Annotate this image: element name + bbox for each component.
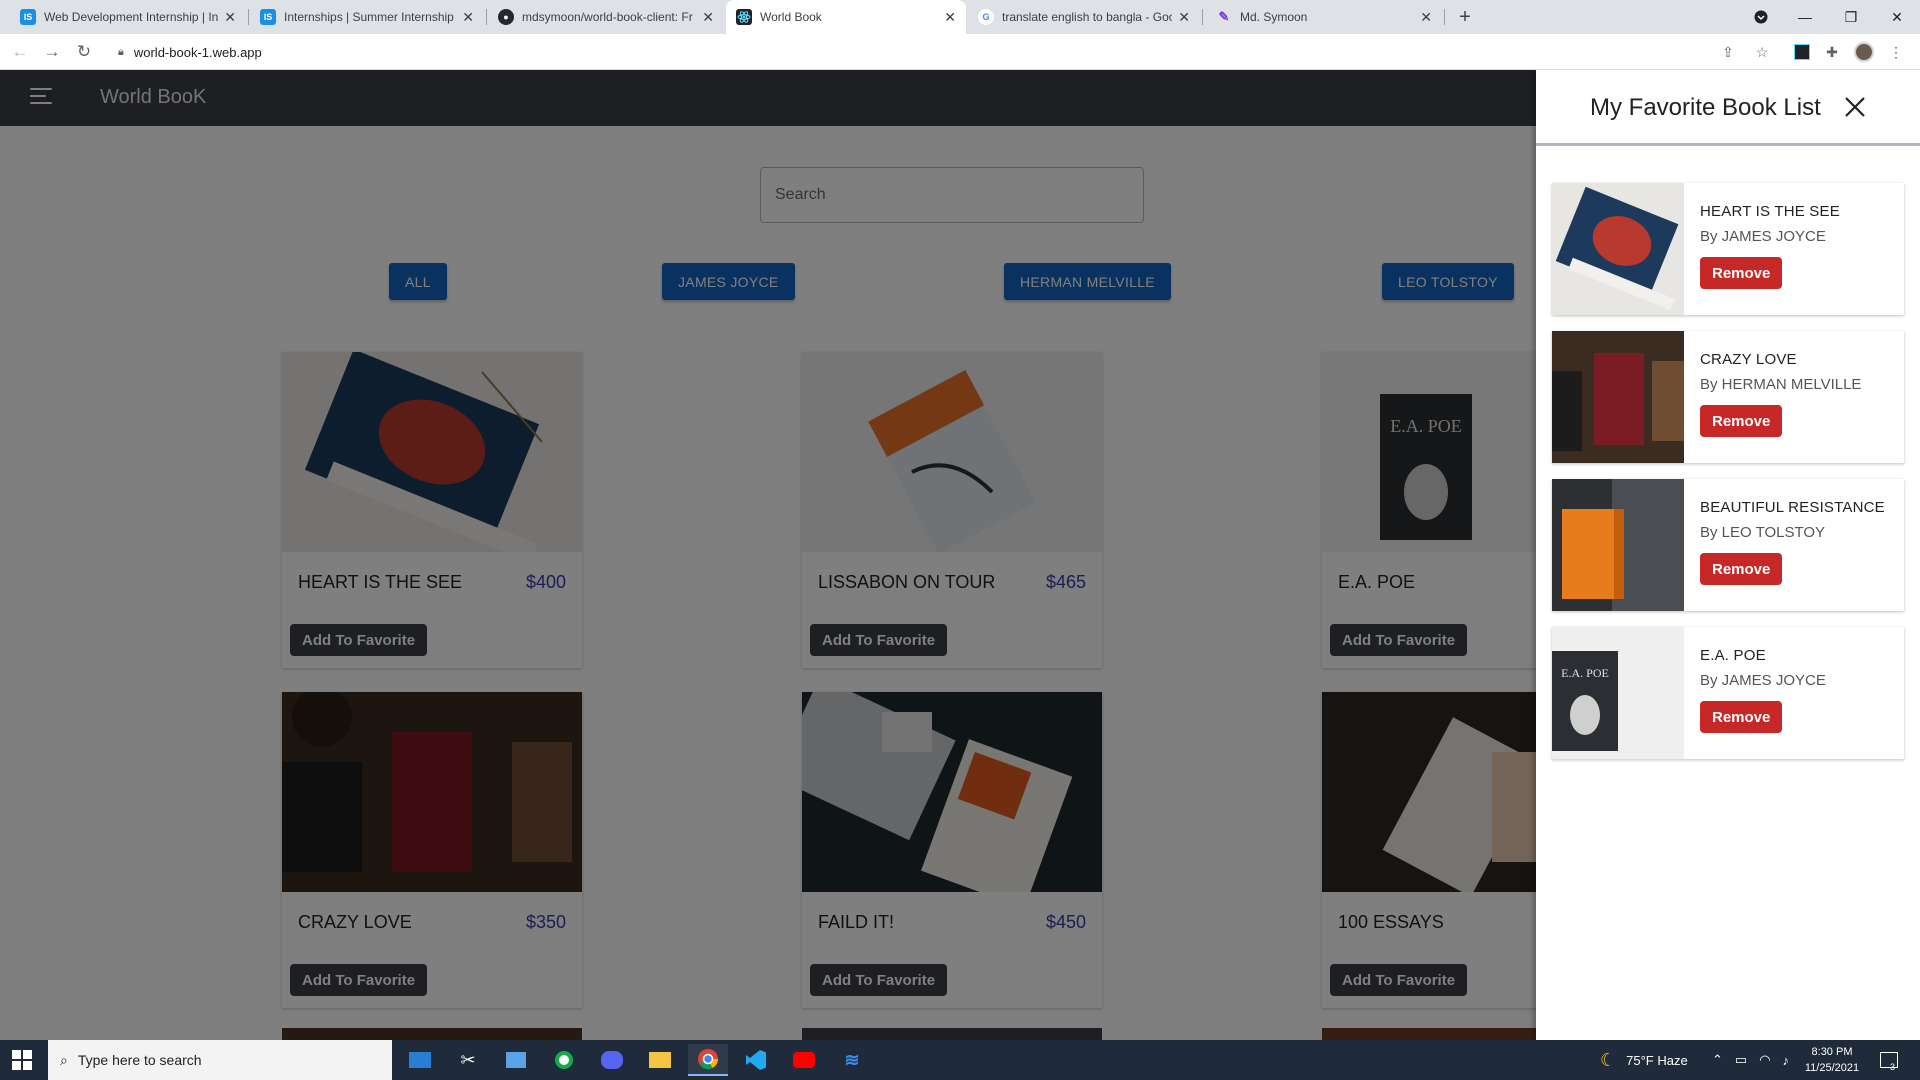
browser-tab[interactable]: G translate english to bangla - Goo ✕ — [968, 0, 1200, 34]
vscode-icon[interactable] — [736, 1044, 776, 1076]
close-icon[interactable]: ✕ — [1178, 9, 1190, 26]
close-icon[interactable]: ✕ — [944, 9, 956, 26]
favorite-item: CRAZY LOVE By HERMAN MELVILLE Remove — [1552, 331, 1904, 463]
url-text: world-book-1.web.app — [133, 44, 262, 60]
close-icon[interactable] — [1842, 94, 1868, 120]
book-thumbnail — [1552, 183, 1684, 315]
favorite-title: BEAUTIFUL RESISTANCE — [1700, 499, 1885, 516]
book-thumbnail — [1552, 331, 1684, 463]
book-thumbnail — [1552, 479, 1684, 611]
favorite-item: E.A. POE E.A. POE By JAMES JOYCE Remove — [1552, 627, 1904, 759]
close-icon[interactable]: ✕ — [224, 9, 236, 26]
weather-widget[interactable]: ☾ 75°F Haze — [1600, 1040, 1688, 1080]
drawer-title: My Favorite Book List — [1590, 94, 1821, 121]
notes-app-icon[interactable] — [496, 1044, 536, 1076]
browser-tab[interactable]: IS Internships | Summer Internship ✕ — [250, 0, 484, 34]
more-menu-icon[interactable]: ⋮ — [1886, 42, 1906, 62]
browser-tab[interactable]: ● mdsymoon/world-book-client: Fr ✕ — [488, 0, 724, 34]
favorite-title: E.A. POE — [1700, 647, 1766, 664]
browser-tab[interactable]: IS Web Development Internship | In ✕ — [10, 0, 246, 34]
weather-moon-icon: ☾ — [1600, 1049, 1617, 1070]
favorite-author: By JAMES JOYCE — [1700, 228, 1826, 245]
chevron-up-icon[interactable]: ⌃ — [1712, 1052, 1723, 1068]
file-explorer-icon[interactable] — [640, 1044, 680, 1076]
internshala-icon: IS — [20, 9, 36, 25]
browser-tab-active[interactable]: World Book ✕ — [726, 0, 966, 34]
discord-icon[interactable] — [592, 1044, 632, 1076]
feather-icon: ✎ — [1218, 9, 1230, 24]
extensions-puzzle-icon[interactable]: ✚ — [1822, 42, 1842, 62]
volume-icon[interactable]: ♪ — [1783, 1053, 1790, 1068]
profile-avatar[interactable] — [1854, 42, 1874, 62]
tab-separator — [248, 9, 249, 25]
favorite-title: CRAZY LOVE — [1700, 351, 1797, 368]
github-icon: ● — [498, 9, 514, 25]
tab-separator — [1444, 9, 1445, 25]
remove-button[interactable]: Remove — [1700, 701, 1783, 733]
minimize-icon[interactable]: — — [1782, 0, 1828, 34]
forward-icon[interactable]: → — [40, 40, 64, 64]
mongodb-compass-icon[interactable] — [544, 1044, 584, 1076]
favorite-author: By HERMAN MELVILLE — [1700, 376, 1862, 393]
tab-search-icon[interactable] — [1738, 0, 1784, 34]
taskbar-search-input[interactable]: ⌕ Type here to search — [48, 1040, 392, 1080]
search-icon: ⌕ — [60, 1051, 68, 1068]
youtube-icon[interactable] — [784, 1044, 824, 1076]
google-icon: G — [978, 9, 994, 25]
snipping-tool-icon[interactable]: ✂ — [448, 1044, 488, 1076]
book-thumbnail: E.A. POE — [1552, 627, 1684, 759]
close-icon[interactable]: ✕ — [702, 9, 714, 26]
favorites-drawer: My Favorite Book List HEART IS THE SEE B… — [1536, 70, 1920, 1040]
internshala-icon: IS — [260, 9, 276, 25]
restore-icon[interactable]: ❐ — [1828, 0, 1874, 34]
drawer-backdrop[interactable] — [0, 70, 1536, 1040]
mail-icon[interactable] — [400, 1044, 440, 1076]
remove-button[interactable]: Remove — [1700, 553, 1783, 585]
browser-tab[interactable]: ✎ Md. Symoon ✕ — [1206, 0, 1442, 34]
bookmark-star-icon[interactable]: ☆ — [1752, 42, 1772, 62]
new-tab-button[interactable]: + — [1452, 4, 1478, 30]
tab-separator — [1202, 9, 1203, 25]
remove-button[interactable]: Remove — [1700, 405, 1783, 437]
taskbar-clock[interactable]: 8:30 PM 11/25/2021 — [1796, 1044, 1868, 1076]
favorite-title: HEART IS THE SEE — [1700, 203, 1840, 220]
tab-separator — [486, 9, 487, 25]
favorite-item: HEART IS THE SEE By JAMES JOYCE Remove — [1552, 183, 1904, 315]
react-icon — [736, 9, 752, 25]
browser-tab-strip: IS Web Development Internship | In ✕ IS … — [0, 0, 1920, 34]
reload-icon[interactable]: ↻ — [72, 40, 96, 64]
divider — [1536, 143, 1920, 146]
back-icon[interactable]: ← — [8, 40, 32, 64]
system-tray: ⌃ ▭ ◠ ♪ — [1712, 1040, 1789, 1080]
close-icon[interactable]: ✕ — [1420, 9, 1432, 26]
extension-react-icon[interactable] — [1792, 42, 1812, 62]
web-page: World BooK ALL JAMES JOYCE HERMAN MELVIL… — [0, 70, 1920, 1040]
address-bar[interactable]: 🔒︎ world-book-1.web.app — [110, 37, 1780, 67]
browser-toolbar: ← → ↻ 🔒︎ world-book-1.web.app ⇪ ☆ ✚ ⋮ — [0, 34, 1920, 70]
lock-icon: 🔒︎ — [118, 45, 124, 58]
notification-center-icon[interactable]: 3 — [1880, 1040, 1898, 1080]
battery-icon[interactable]: ▭ — [1735, 1052, 1747, 1068]
close-icon[interactable]: ✕ — [462, 9, 474, 26]
svg-text:E.A. POE: E.A. POE — [1561, 666, 1609, 680]
remove-button[interactable]: Remove — [1700, 257, 1783, 289]
favorite-author: By LEO TOLSTOY — [1700, 524, 1826, 541]
chrome-icon[interactable] — [688, 1044, 728, 1076]
windows-start-icon[interactable] — [12, 1050, 32, 1070]
favorite-author: By JAMES JOYCE — [1700, 672, 1826, 689]
share-icon[interactable]: ⇪ — [1718, 42, 1738, 62]
windows-taskbar: ⌕ Type here to search ✂ ≋ ☾ 75°F Haze ⌃ … — [0, 1040, 1920, 1080]
favorite-item: BEAUTIFUL RESISTANCE By LEO TOLSTOY Remo… — [1552, 479, 1904, 611]
window-close-icon[interactable]: ✕ — [1874, 0, 1920, 34]
wifi-icon[interactable]: ◠ — [1759, 1052, 1770, 1068]
vscode-insiders-icon[interactable]: ≋ — [832, 1044, 872, 1076]
